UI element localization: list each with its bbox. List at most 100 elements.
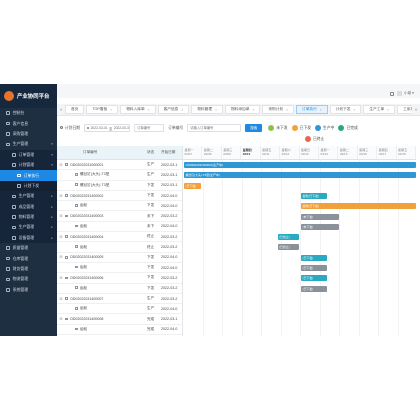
sidebar-item[interactable]: 计划下发 — [0, 180, 57, 192]
row-toggle[interactable]: ⊟ — [57, 255, 65, 259]
sidebar-item[interactable]: 生产管理 ▾ — [0, 139, 57, 149]
gantt-bar[interactable]: (未下发) — [301, 223, 339, 230]
tab[interactable]: 生产工单 × — [363, 105, 396, 114]
sidebar-item[interactable]: 采购管理 — [0, 129, 57, 139]
folder-icon — [65, 163, 69, 166]
close-icon[interactable]: × — [252, 108, 254, 112]
sidebar-item[interactable]: 订单执行 — [0, 170, 57, 181]
close-icon[interactable]: × — [353, 108, 355, 112]
sidebar-item[interactable]: 仓库管理 — [0, 253, 57, 263]
gantt-bar[interactable]: (已下发) — [184, 182, 201, 189]
gantt-day-column: 星期一 03/07 — [183, 146, 203, 159]
gantt-bar[interactable]: 螺丝钉(大头)-T3型(生产中) — [184, 172, 416, 179]
table-row[interactable]: ⊟ OD02022031400005 下发 2022-04-0 — [57, 253, 182, 263]
sidebar-item[interactable]: 客户信息 — [0, 118, 57, 128]
close-icon[interactable]: × — [320, 108, 322, 112]
search-button[interactable]: 搜索 — [245, 124, 263, 132]
tab[interactable]: 首页 — [65, 105, 85, 114]
tab[interactable]: 采购计划 × — [262, 105, 295, 114]
row-code: OD02022031400008 — [69, 317, 104, 322]
sidebar-item[interactable]: 生产管理 ▸ — [0, 191, 57, 202]
gantt-bar[interactable]: (未下发) — [301, 213, 339, 220]
date-filter-checkbox-label[interactable]: 计划日期 — [60, 126, 80, 131]
sidebar-item-label: 客户信息 — [12, 120, 29, 126]
expand-arrow-icon: ▾ — [51, 142, 53, 147]
table-row[interactable]: ⊟ OD02022031400006 下发 2022-03-2 — [57, 273, 182, 284]
tabs-prev-button[interactable]: « — [57, 107, 65, 112]
row-status: 生产 — [147, 172, 155, 177]
row-toggle[interactable]: ⊟ — [57, 163, 65, 167]
sidebar-item[interactable]: 设备管理 ▸ — [0, 232, 57, 244]
close-icon[interactable]: × — [148, 108, 150, 112]
user-menu[interactable]: 小卷 ▾ — [390, 91, 414, 96]
close-icon[interactable]: × — [387, 108, 389, 112]
table-row[interactable]: 螺丝钉(大头)-T3型 下发 2022-03-1 — [57, 181, 182, 191]
sidebar-item[interactable]: 系统管理 — [0, 285, 57, 295]
gantt-bar[interactable]: (已下发) — [301, 285, 328, 292]
tabs-next-button[interactable]: » — [412, 107, 420, 112]
sidebar-item[interactable]: 控制台 — [0, 108, 57, 118]
row-toggle[interactable]: ⊟ — [57, 235, 65, 239]
table-row[interactable]: 齿轮 下发 2022-04-0 — [57, 201, 182, 212]
date-range-picker[interactable]: 2022-03-01 至 2022-03-31 — [84, 124, 131, 132]
table-row[interactable]: ⊟ OD02022031000001 生产 2022-03-1 — [57, 160, 182, 171]
sidebar-item[interactable]: 物流管理 — [0, 274, 57, 284]
sidebar-item[interactable]: 物料管理 ▸ — [0, 211, 57, 223]
table-row[interactable]: ⊟ OD02022031400008 完成 2022-03-1 — [57, 314, 182, 325]
tab[interactable]: 物料管理 × — [191, 105, 223, 114]
menu-icon — [6, 132, 10, 136]
user-name[interactable]: 小卷 ▾ — [404, 91, 414, 96]
avatar — [397, 91, 402, 96]
table-row[interactable]: 齿轮 下发 2022-04-0 — [57, 263, 182, 274]
table-row[interactable]: 齿轮 生产 2022-04-0 — [57, 304, 182, 315]
table-row[interactable]: ⊟ OD02022031400007 生产 2022-03-2 — [57, 294, 182, 305]
sidebar-item[interactable]: 计划管理 ▾ — [0, 159, 57, 171]
gantt-bar[interactable]: 齿轮(已下发) — [301, 192, 328, 199]
date-filter-checkbox[interactable] — [60, 125, 64, 130]
tab[interactable]: 物料添加单 × — [224, 105, 261, 114]
close-icon[interactable]: × — [181, 108, 183, 112]
close-icon[interactable]: × — [286, 108, 288, 112]
gantt-bar[interactable]: (已下发) — [301, 265, 328, 271]
gantt-bar[interactable]: (已终止) — [277, 244, 299, 251]
tab[interactable]: 订单执行 × — [296, 105, 328, 114]
row-toggle[interactable]: ⊟ — [57, 297, 65, 301]
table-row[interactable]: 齿轮 下发 2022-03-2 — [57, 284, 182, 294]
sidebar-item[interactable]: 订单管理 ▾ — [0, 149, 57, 160]
row-code-cell: 齿轮 — [65, 245, 147, 250]
gantt-bar[interactable]: OD02022031000001(生产中) — [184, 162, 416, 168]
table-row[interactable]: ⊟ OD02022031400003 未下 2022-03-2 — [57, 211, 182, 222]
row-status: 下发 — [147, 203, 155, 208]
gantt-bar[interactable]: (已终止) — [277, 234, 299, 241]
sidebar-item-label: 物流管理 — [12, 276, 29, 282]
row-toggle[interactable]: ⊟ — [57, 194, 65, 198]
sidebar-item[interactable]: 财务管理 — [0, 264, 57, 274]
row-code-cell: 螺丝钉(大头)-T3型 — [65, 183, 147, 188]
sidebar-item[interactable]: 质量管理 — [0, 243, 57, 253]
row-toggle[interactable]: ⊟ — [57, 317, 65, 321]
row-toggle[interactable]: ⊟ — [57, 276, 65, 280]
table-row[interactable]: 螺丝钉(大头)-T3型 生产 2022-03-1 — [57, 170, 182, 181]
table-row[interactable]: 齿轮 终止 2022-03-2 — [57, 242, 182, 253]
tab[interactable]: 计划下发 × — [329, 105, 362, 114]
notification-icon[interactable] — [390, 91, 394, 96]
close-icon[interactable]: × — [110, 108, 112, 112]
table-row[interactable]: 齿轮 未下 2022-04-0 — [57, 222, 182, 233]
order-filter-input[interactable] — [134, 124, 165, 132]
table-row[interactable]: 齿轮 完成 2022-04-0 — [57, 325, 182, 336]
sidebar-item[interactable]: 生产管理 ▸ — [0, 222, 57, 233]
table-row[interactable]: ⊟ OD02022031400002 下发 2022-04-0 — [57, 191, 182, 202]
gantt-bar[interactable]: (已下发) — [301, 275, 328, 282]
order-no-input[interactable] — [187, 124, 242, 132]
sidebar-item[interactable]: 成品管理 ▸ — [0, 201, 57, 212]
row-toggle[interactable]: ⊟ — [57, 214, 65, 218]
gantt-bar[interactable]: 齿轮(已下发) — [301, 203, 416, 210]
tab[interactable]: 物料入库单 × — [120, 105, 156, 114]
tab[interactable]: TOP看板 × — [86, 105, 119, 114]
row-code-cell: OD02022031400002 — [65, 194, 147, 198]
tab[interactable]: 工序报工× — [397, 105, 412, 114]
close-icon[interactable]: × — [215, 108, 217, 112]
tab[interactable]: 客户信息 × — [157, 105, 190, 114]
gantt-bar[interactable]: (已下发) — [301, 254, 328, 261]
table-row[interactable]: ⊟ OD02022031400004 终止 2022-03-2 — [57, 232, 182, 243]
